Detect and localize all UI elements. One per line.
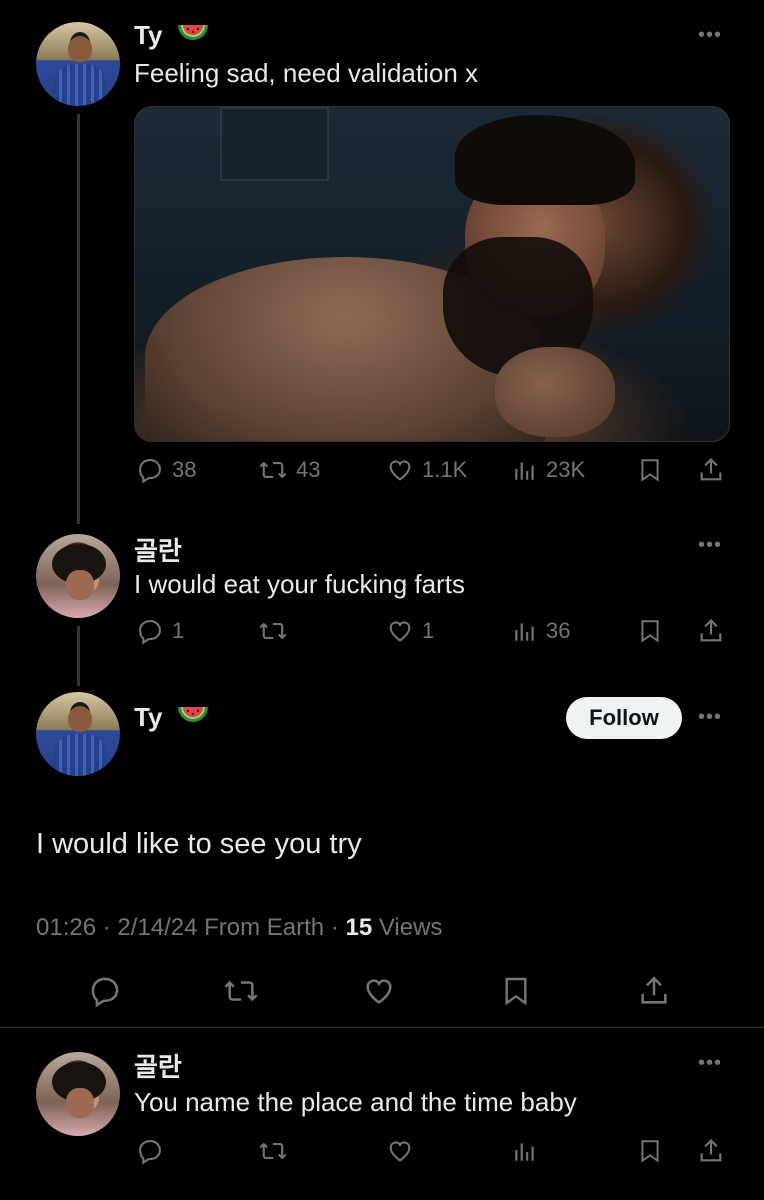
reply-count: 38 — [172, 457, 197, 482]
repost-icon — [259, 622, 287, 640]
author-name[interactable]: Ty — [134, 20, 210, 53]
reply-icon — [139, 1140, 161, 1165]
divider — [0, 1027, 764, 1028]
reply-button[interactable] — [136, 1137, 164, 1165]
like-icon — [366, 979, 392, 1004]
bookmark-icon — [641, 459, 659, 482]
repost-icon — [224, 980, 258, 1002]
like-button[interactable] — [386, 1137, 414, 1165]
follow-button[interactable]: Follow — [566, 697, 682, 739]
tweet-text: I would like to see you try — [36, 828, 362, 860]
reply-button[interactable]: 38 — [136, 456, 196, 484]
share-button[interactable] — [697, 617, 725, 645]
bookmark-button[interactable] — [637, 617, 663, 645]
author-name[interactable]: Ty — [134, 702, 210, 735]
repost-button[interactable] — [258, 1137, 288, 1165]
reply-button[interactable]: 1 — [136, 617, 184, 645]
views-icon — [515, 462, 534, 480]
avatar[interactable] — [36, 22, 120, 106]
share-button[interactable] — [697, 1137, 725, 1165]
avatar[interactable] — [36, 692, 120, 776]
repost-icon — [259, 461, 287, 479]
repost-button[interactable] — [222, 974, 260, 1008]
like-icon — [389, 1141, 411, 1162]
like-button[interactable]: 1.1K — [386, 456, 467, 484]
repost-button[interactable]: 43 — [258, 456, 320, 484]
repost-button[interactable] — [258, 617, 288, 645]
like-count: 1 — [422, 618, 435, 643]
bookmark-button[interactable] — [500, 974, 532, 1008]
reply-icon — [139, 620, 161, 645]
more-icon[interactable]: ••• — [698, 534, 722, 557]
avatar[interactable] — [36, 534, 120, 618]
photo-hand — [495, 347, 615, 437]
photo-hair — [455, 115, 635, 205]
tweet-text: You name the place and the time baby — [134, 1087, 577, 1117]
share-icon — [700, 619, 722, 642]
views-button[interactable] — [512, 1137, 538, 1165]
like-icon — [389, 621, 411, 642]
tweet-text: I would eat your fucking farts — [134, 569, 465, 599]
views-button[interactable]: 36 — [512, 617, 570, 645]
bookmark-icon — [641, 1140, 659, 1163]
views-label: Views — [372, 914, 443, 941]
tweet-photo[interactable] — [134, 106, 730, 442]
views-button[interactable]: 23K — [512, 456, 585, 484]
watermelon-icon — [176, 704, 210, 735]
more-icon[interactable]: ••• — [698, 1052, 722, 1075]
share-button[interactable] — [637, 974, 671, 1008]
avatar[interactable] — [36, 1052, 120, 1136]
views-count: 15 — [345, 914, 373, 941]
thread-line — [77, 114, 80, 524]
like-button[interactable]: 1 — [386, 617, 434, 645]
author-name[interactable]: 골란 — [134, 1047, 182, 1084]
reply-count: 1 — [172, 618, 185, 643]
share-icon — [700, 1139, 722, 1162]
watermelon-icon — [176, 22, 210, 53]
bookmark-icon — [505, 977, 527, 1006]
like-count: 1.1K — [422, 457, 468, 482]
views-count: 23K — [546, 457, 586, 482]
timestamp: 01:26 · 2/14/24 From Earth · — [36, 914, 346, 941]
repost-icon — [259, 1142, 287, 1160]
like-button[interactable] — [362, 974, 396, 1008]
more-icon[interactable]: ••• — [698, 706, 722, 729]
views-icon — [515, 1143, 534, 1161]
more-icon[interactable]: ••• — [698, 24, 722, 47]
bookmark-button[interactable] — [637, 1137, 663, 1165]
tweet-text: Feeling sad, need validation x — [134, 58, 479, 88]
wall-frame — [220, 107, 329, 181]
views-icon — [515, 623, 534, 641]
reply-icon — [139, 459, 161, 484]
like-icon — [389, 460, 411, 481]
tweet-meta: 01:26 · 2/14/24 From Earth · 15 Views — [36, 914, 442, 942]
thread-line — [77, 626, 80, 686]
reply-icon — [91, 977, 119, 1008]
bookmark-icon — [641, 620, 659, 643]
share-button[interactable] — [697, 456, 725, 484]
share-icon — [700, 458, 722, 481]
views-count: 36 — [546, 618, 571, 643]
repost-count: 43 — [296, 457, 321, 482]
author-name[interactable]: 골란 — [134, 531, 182, 568]
bookmark-button[interactable] — [637, 456, 663, 484]
reply-button[interactable] — [88, 974, 122, 1008]
share-icon — [641, 976, 667, 1004]
